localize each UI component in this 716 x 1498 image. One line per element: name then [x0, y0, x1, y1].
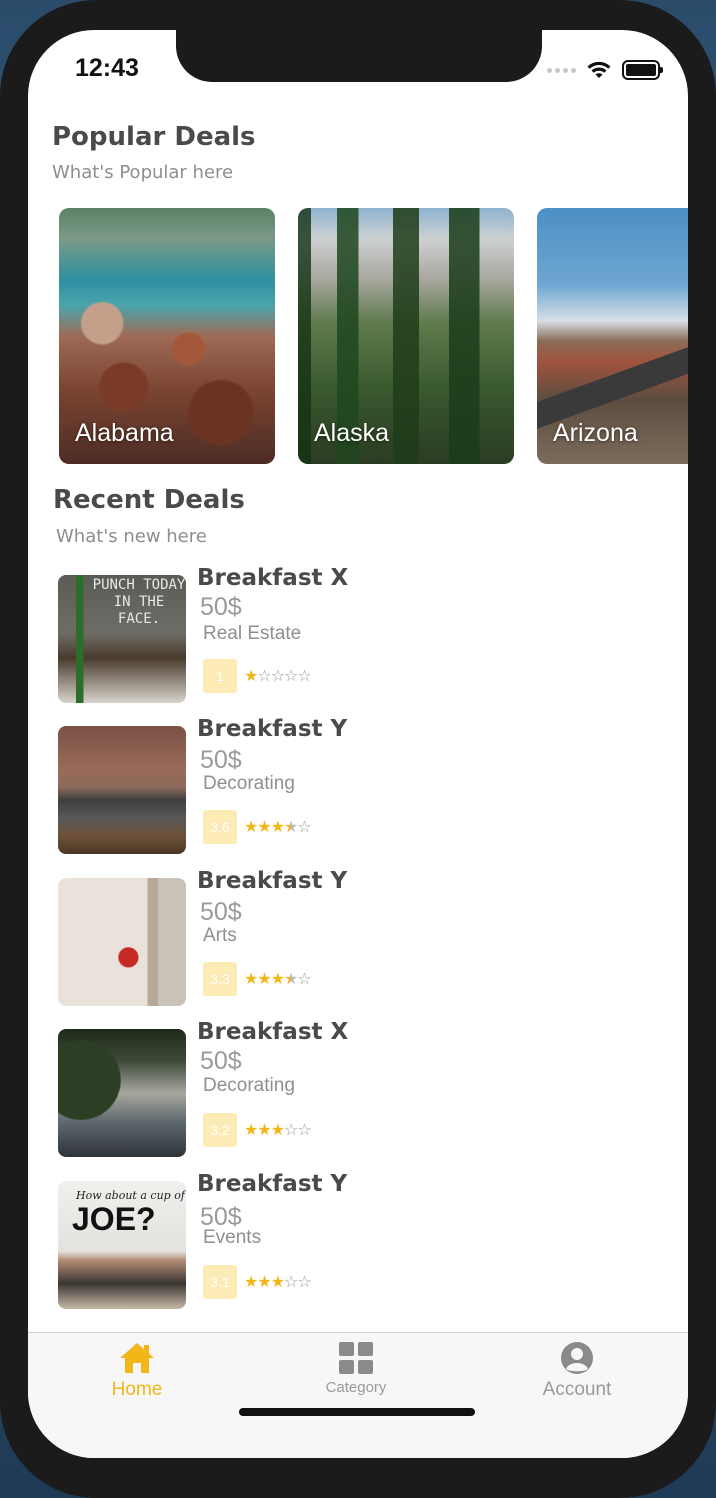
home-icon	[120, 1343, 154, 1373]
deal-thumbnail	[58, 726, 186, 854]
rating-badge: 3.6	[203, 810, 237, 844]
thumbnail-caption: PUNCH TODAY IN THE FACE.	[92, 577, 186, 627]
star-rating: ★★★☆☆	[244, 1272, 312, 1291]
deal-category: Decorating	[203, 773, 295, 794]
recent-title: Recent Deals	[53, 485, 245, 515]
star-empty-icon: ☆	[297, 1120, 311, 1139]
star-rating: ★★★★☆	[244, 817, 312, 836]
tab-category[interactable]: Category	[276, 1341, 436, 1396]
star-full-icon: ★	[270, 969, 285, 988]
account-icon	[561, 1342, 593, 1374]
deal-thumbnail	[58, 1029, 186, 1157]
star-rating: ★★★☆☆	[244, 1120, 312, 1139]
deal-item[interactable]: Breakfast Y 50$ Arts 3.3 ★★★★☆	[58, 868, 478, 1008]
rating-badge: 3.3	[203, 962, 237, 996]
star-empty-icon: ☆	[257, 666, 271, 685]
star-empty-icon: ☆	[284, 1272, 298, 1291]
battery-icon	[622, 60, 663, 80]
deal-name: Breakfast X	[197, 1019, 349, 1045]
star-half-icon: ★	[284, 969, 298, 988]
star-rating: ★★★★☆	[244, 969, 312, 988]
popular-title: Popular Deals	[52, 122, 256, 152]
star-full-icon: ★	[244, 817, 258, 836]
tab-home[interactable]: Home	[57, 1341, 217, 1401]
card-label: Arizona	[553, 419, 638, 447]
star-half-icon: ★	[284, 817, 298, 836]
deal-category: Decorating	[203, 1075, 295, 1096]
deal-item[interactable]: PUNCH TODAY IN THE FACE. Breakfast X 50$…	[58, 565, 478, 705]
deal-category: Arts	[203, 925, 237, 946]
deal-item[interactable]: Breakfast Y 50$ Decorating 3.6 ★★★★☆	[58, 716, 478, 856]
card-label: Alabama	[75, 419, 174, 447]
deal-price: 50$	[200, 593, 242, 621]
star-full-icon: ★	[244, 1120, 258, 1139]
star-full-icon: ★	[244, 1272, 258, 1291]
status-time: 12:43	[75, 54, 139, 82]
deal-thumbnail	[58, 878, 186, 1006]
deal-thumbnail: PUNCH TODAY IN THE FACE.	[58, 575, 186, 703]
star-full-icon: ★	[270, 1272, 285, 1291]
bottom-tab-bar: Home Category Account	[28, 1332, 688, 1458]
rating-badge: 3.1	[203, 1265, 237, 1299]
deal-name: Breakfast Y	[197, 1171, 348, 1197]
home-indicator	[239, 1408, 475, 1416]
popular-card-arizona[interactable]: Arizona	[537, 208, 688, 464]
wifi-icon	[587, 61, 611, 78]
deal-item[interactable]: Breakfast X 50$ Decorating 3.2 ★★★☆☆	[58, 1019, 478, 1159]
notch	[176, 30, 542, 82]
popular-subtitle: What's Popular here	[52, 162, 234, 183]
popular-card-alaska[interactable]: Alaska	[298, 208, 514, 464]
tab-account[interactable]: Account	[497, 1341, 657, 1401]
star-empty-icon: ☆	[270, 666, 285, 685]
star-full-icon: ★	[257, 1272, 271, 1291]
app-screen: 12:43 Popular Deals What's Popular here …	[28, 30, 688, 1458]
card-label: Alaska	[314, 419, 390, 447]
star-empty-icon: ☆	[297, 666, 311, 685]
star-full-icon: ★	[270, 1120, 285, 1139]
phone-frame: 12:43 Popular Deals What's Popular here …	[0, 0, 716, 1498]
star-empty-icon: ☆	[284, 666, 298, 685]
tab-label: Account	[542, 1379, 612, 1400]
rating-badge: 1	[203, 659, 237, 693]
star-empty-icon: ☆	[297, 817, 311, 836]
deal-name: Breakfast Y	[197, 868, 348, 894]
star-empty-icon: ☆	[297, 969, 311, 988]
deal-price: 50$	[200, 898, 242, 926]
star-full-icon: ★	[270, 817, 285, 836]
deal-item[interactable]: How about a cup of JOE? Breakfast Y 50$ …	[58, 1171, 478, 1311]
star-empty-icon: ☆	[284, 1120, 298, 1139]
recent-subtitle: What's new here	[56, 526, 207, 547]
star-full-icon: ★	[257, 969, 271, 988]
popular-card-alabama[interactable]: Alabama	[59, 208, 275, 464]
star-rating: ★☆☆☆☆	[244, 666, 312, 685]
status-indicators	[547, 58, 663, 82]
star-full-icon: ★	[244, 666, 258, 685]
deal-name: Breakfast Y	[197, 716, 348, 742]
star-full-icon: ★	[257, 1120, 271, 1139]
deal-category: Real Estate	[203, 623, 302, 644]
rating-badge: 3.2	[203, 1113, 237, 1147]
deal-price: 50$	[200, 746, 242, 774]
star-full-icon: ★	[257, 817, 271, 836]
deal-thumbnail: How about a cup of JOE?	[58, 1181, 186, 1309]
star-empty-icon: ☆	[297, 1272, 311, 1291]
deal-price: 50$	[200, 1047, 242, 1075]
cellular-signal-icon	[547, 67, 576, 73]
thumbnail-headline: JOE?	[72, 1201, 156, 1237]
tab-label: Home	[111, 1379, 163, 1400]
deal-name: Breakfast X	[197, 565, 349, 591]
grid-icon	[339, 1342, 373, 1374]
tab-label: Category	[325, 1379, 387, 1396]
deal-category: Events	[203, 1227, 262, 1248]
star-full-icon: ★	[244, 969, 258, 988]
